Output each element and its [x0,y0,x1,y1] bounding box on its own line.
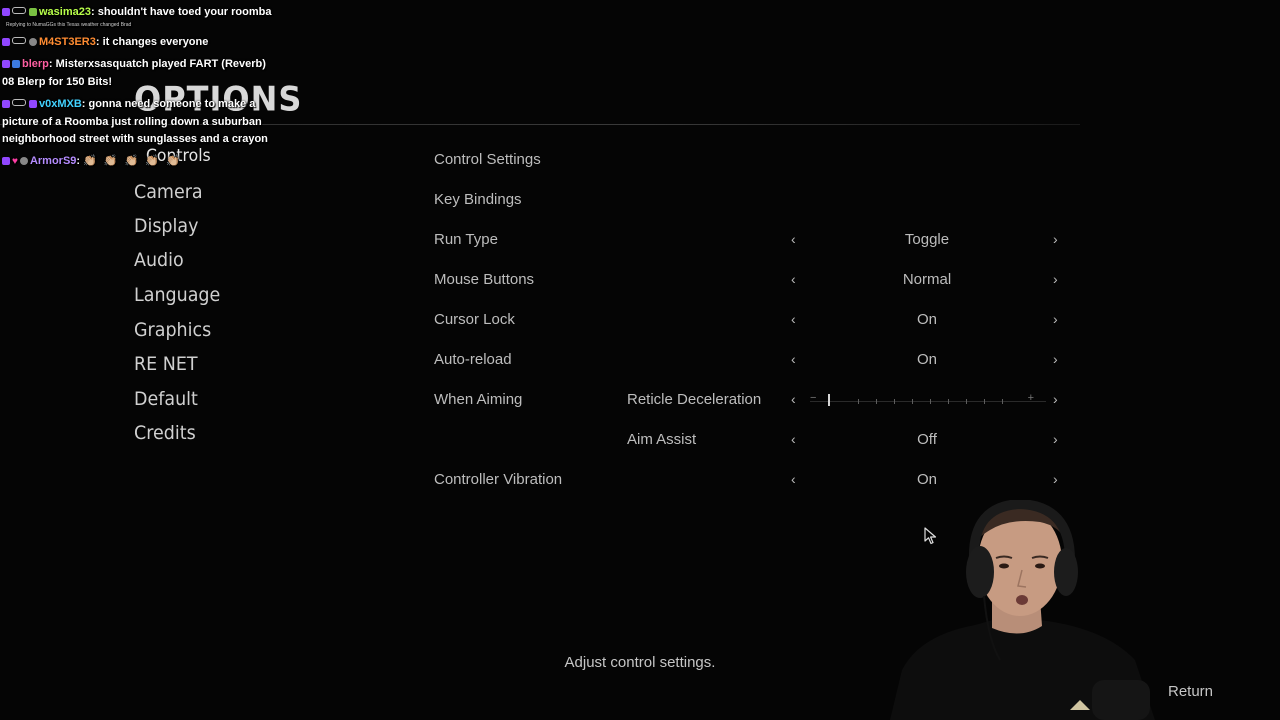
chat-text: 👏🏼 👏🏼 👏🏼 👏🏼 👏🏼 [83,154,182,167]
controller-vibration-label: Controller Vibration [434,471,563,488]
chat-username: blerp [22,58,49,70]
controller-vibration-row: Controller Vibration ‹ On › [434,471,1074,501]
slider-tick [966,399,967,404]
aim-assist-value: Off [917,431,937,448]
control-settings-label: Control Settings [434,151,541,168]
slider-tick [876,399,877,404]
nav-item-camera[interactable]: Camera [134,181,203,203]
slider-tick [1002,399,1003,404]
reticle-deceleration-row: When Aiming Reticle Deceleration ‹ − + › [434,391,1074,421]
auto-reload-label: Auto-reload [434,351,512,368]
run-type-row: Run Type ‹ Toggle › [434,231,1074,261]
aim-assist-row: Aim Assist ‹ Off › [434,431,1074,461]
subscriber-badge-icon [2,100,10,108]
slider-tick [984,399,985,404]
heart-badge-icon: ♥ [12,155,18,167]
slider-minus-icon: − [810,392,817,404]
slider-knob[interactable] [828,394,830,406]
mouse-buttons-row: Mouse Buttons ‹ Normal › [434,271,1074,301]
chat-reply-context: Replying to NumaGGs this Texas weather c… [6,21,132,28]
slider-tick [948,399,949,404]
subscriber-badge-icon [2,60,10,68]
chat-message: wasima23: shouldn't have toed your roomb… [2,4,277,22]
when-aiming-label: When Aiming [434,391,523,408]
chat-message: ♥ ArmorS9: 👏🏼 👏🏼 👏🏼 👏🏼 👏🏼 [2,153,277,171]
subscriber-badge-icon [2,37,10,46]
emote-badge-icon [29,8,37,16]
controller-vibration-next-arrow[interactable]: › [1053,471,1058,487]
nav-item-language[interactable]: Language [134,284,220,306]
avatar-badge-icon [29,37,37,46]
key-bindings-row[interactable]: Key Bindings [434,191,1074,221]
chat-username: M4ST3ER3 [39,35,96,48]
nav-item-re-net[interactable]: RE NET [134,353,198,375]
reticle-deceleration-next-arrow[interactable]: › [1053,391,1058,407]
mouse-buttons-next-arrow[interactable]: › [1053,271,1058,287]
mouse-buttons-label: Mouse Buttons [434,271,535,288]
glasses-badge-icon [12,36,26,44]
reticle-deceleration-label: Reticle Deceleration [627,391,762,408]
cursor-lock-prev-arrow[interactable]: ‹ [791,311,796,327]
key-bindings-label: Key Bindings [434,191,522,208]
chat-message: M4ST3ER3: it changes everyone [2,34,277,52]
nav-item-display[interactable]: Display [134,215,198,237]
cursor-lock-label: Cursor Lock [434,311,515,328]
bits-badge-icon [29,100,37,108]
streamer-webcam [890,500,1155,720]
chat-username: ArmorS9 [29,154,77,167]
run-type-label: Run Type [434,231,498,248]
avatar-badge-icon [19,156,28,165]
chat-message: blerp: Misterxsasquatch played FART (Rev… [2,58,266,88]
subscriber-badge-icon [2,8,10,16]
chat-message: v0xMXB: gonna need someone to make a pic… [2,98,268,145]
reticle-deceleration-prev-arrow[interactable]: ‹ [791,391,796,407]
run-type-value: Toggle [904,231,950,248]
auto-reload-row: Auto-reload ‹ On › [434,351,1074,381]
chat-username: v0xMXB [39,98,82,110]
glasses-badge-icon [12,7,26,14]
run-type-prev-arrow[interactable]: ‹ [791,231,796,247]
slider-track [810,401,1046,402]
aim-assist-prev-arrow[interactable]: ‹ [791,431,796,447]
chat-username: wasima23 [39,6,91,18]
aim-assist-next-arrow[interactable]: › [1053,431,1058,447]
sub-gifter-badge-icon [12,60,20,68]
controller-vibration-prev-arrow[interactable]: ‹ [791,471,796,487]
nav-item-graphics[interactable]: Graphics [134,319,211,341]
slider-plus-icon: + [1027,392,1034,404]
nav-item-default[interactable]: Default [134,388,198,410]
auto-reload-prev-arrow[interactable]: ‹ [791,351,796,367]
slider-tick [930,399,931,404]
control-settings-row[interactable]: Control Settings [434,151,1074,181]
cursor-lock-row: Cursor Lock ‹ On › [434,311,1074,341]
slider-tick [912,399,913,404]
chat-text: it changes everyone [102,35,209,48]
subscriber-badge-icon [2,156,10,165]
nav-item-credits[interactable]: Credits [134,422,196,444]
nav-item-audio[interactable]: Audio [134,249,184,271]
controller-vibration-value: On [916,471,937,488]
chat-text: shouldn't have toed your roomba [97,6,272,18]
return-button[interactable]: Return [1168,683,1213,700]
glasses-badge-icon [12,99,26,106]
mouse-buttons-value: Normal [902,271,952,288]
reticle-deceleration-slider[interactable]: − + [810,392,1046,406]
aim-assist-label: Aim Assist [627,431,697,448]
slider-tick [858,399,859,404]
cursor-lock-value: On [916,311,937,328]
slider-tick [894,399,895,404]
mouse-buttons-prev-arrow[interactable]: ‹ [791,271,796,287]
auto-reload-value: On [916,351,937,368]
run-type-next-arrow[interactable]: › [1053,231,1058,247]
auto-reload-next-arrow[interactable]: › [1053,351,1058,367]
stream-chat-overlay: wasima23: shouldn't have toed your roomb… [2,4,277,170]
cursor-lock-next-arrow[interactable]: › [1053,311,1058,327]
